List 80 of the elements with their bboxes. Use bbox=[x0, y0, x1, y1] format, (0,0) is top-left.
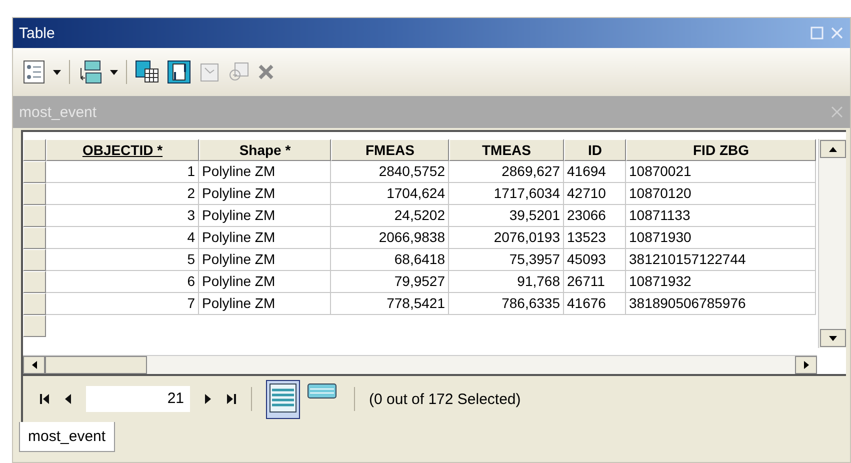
right-arrow-icon[interactable] bbox=[802, 360, 810, 370]
table-cell: 42710 bbox=[564, 183, 626, 205]
table-cell: 4 bbox=[46, 227, 199, 249]
table-cell: 1717,6034 bbox=[449, 183, 564, 205]
table-cell: 10871932 bbox=[626, 271, 816, 293]
table-cell: 1704,624 bbox=[331, 183, 449, 205]
horizontal-scrollbar[interactable] bbox=[23, 355, 817, 374]
row-selector[interactable] bbox=[23, 183, 46, 205]
table-cell: 2076,0193 bbox=[449, 227, 564, 249]
table-cell: 381890506785976 bbox=[626, 293, 816, 315]
table-cell: 13523 bbox=[564, 227, 626, 249]
table-cell: 7 bbox=[46, 293, 199, 315]
column-header[interactable]: OBJECTID * bbox=[46, 139, 199, 161]
table-cell: 10870021 bbox=[626, 161, 816, 183]
table-cell: 10871930 bbox=[626, 227, 816, 249]
next-record-icon[interactable] bbox=[204, 393, 212, 405]
table-cell: 68,6418 bbox=[331, 249, 449, 271]
table-cell: Polyline ZM bbox=[199, 293, 331, 315]
table-cell: Polyline ZM bbox=[199, 161, 331, 183]
row-selector[interactable] bbox=[23, 293, 46, 315]
table-cell: Polyline ZM bbox=[199, 183, 331, 205]
table-tab[interactable]: most_event bbox=[19, 422, 115, 452]
table-cell: 2869,627 bbox=[449, 161, 564, 183]
column-header[interactable]: ID bbox=[564, 139, 626, 161]
row-selector[interactable] bbox=[23, 249, 46, 271]
table-cell: 2 bbox=[46, 183, 199, 205]
show-selected-records-icon bbox=[307, 382, 337, 398]
first-record-icon[interactable] bbox=[39, 393, 50, 405]
table-cell: 91,768 bbox=[449, 271, 564, 293]
table-cell: 6 bbox=[46, 271, 199, 293]
table-cell: 45093 bbox=[564, 249, 626, 271]
row-selector[interactable] bbox=[23, 315, 46, 337]
table-cell: 79,9527 bbox=[331, 271, 449, 293]
down-arrow-icon[interactable] bbox=[828, 334, 838, 342]
table-cell: 39,5201 bbox=[449, 205, 564, 227]
table-cell: 10870120 bbox=[626, 183, 816, 205]
row-selector[interactable] bbox=[23, 161, 46, 183]
table-cell: 23066 bbox=[564, 205, 626, 227]
table-cell: 5 bbox=[46, 249, 199, 271]
selection-status: (0 out of 172 Selected) bbox=[369, 390, 521, 408]
table-cell: 10871133 bbox=[626, 205, 816, 227]
view-toggle[interactable] bbox=[266, 380, 300, 418]
scrollbar-thumb[interactable] bbox=[45, 356, 147, 374]
delete-icon[interactable] bbox=[257, 63, 275, 81]
maximize-icon[interactable] bbox=[810, 26, 824, 40]
column-header[interactable]: TMEAS bbox=[449, 139, 564, 161]
table-cell: 786,6335 bbox=[449, 293, 564, 315]
row-selector[interactable] bbox=[23, 227, 46, 249]
vertical-scrollbar[interactable] bbox=[818, 139, 846, 348]
row-selector[interactable] bbox=[23, 205, 46, 227]
layer-title: most_event bbox=[19, 104, 98, 120]
show-all-records-icon bbox=[269, 382, 297, 412]
table-cell: 778,5421 bbox=[331, 293, 449, 315]
table-cell: 381210157122744 bbox=[626, 249, 816, 271]
window-title: Table bbox=[19, 24, 56, 42]
table-cell: 41676 bbox=[564, 293, 626, 315]
table-cell: Polyline ZM bbox=[199, 271, 331, 293]
table-cell: 26711 bbox=[564, 271, 626, 293]
column-header[interactable]: FMEAS bbox=[331, 139, 449, 161]
caret-icon[interactable] bbox=[110, 70, 118, 74]
left-arrow-icon[interactable] bbox=[30, 360, 38, 370]
caret-icon[interactable] bbox=[53, 70, 61, 74]
row-selector[interactable] bbox=[23, 271, 46, 293]
up-arrow-icon[interactable] bbox=[828, 146, 838, 152]
table-cell: Polyline ZM bbox=[199, 249, 331, 271]
previous-record-icon[interactable] bbox=[64, 393, 72, 405]
table-cell: 24,5202 bbox=[331, 205, 449, 227]
last-record-icon[interactable] bbox=[226, 393, 237, 405]
table-cell: 41694 bbox=[564, 161, 626, 183]
record-number-field[interactable]: 21 bbox=[86, 386, 190, 412]
table-cell: 2066,9838 bbox=[331, 227, 449, 249]
table-cell: 1 bbox=[46, 161, 199, 183]
column-header[interactable]: Shape * bbox=[199, 139, 331, 161]
table-cell: 75,3957 bbox=[449, 249, 564, 271]
column-header[interactable]: FID ZBG bbox=[626, 139, 816, 161]
table-cell: Polyline ZM bbox=[199, 227, 331, 249]
table-cell: Polyline ZM bbox=[199, 205, 331, 227]
list-options-icon[interactable] bbox=[23, 60, 45, 84]
table-cell: 3 bbox=[46, 205, 199, 227]
table-cell: 2840,5752 bbox=[331, 161, 449, 183]
